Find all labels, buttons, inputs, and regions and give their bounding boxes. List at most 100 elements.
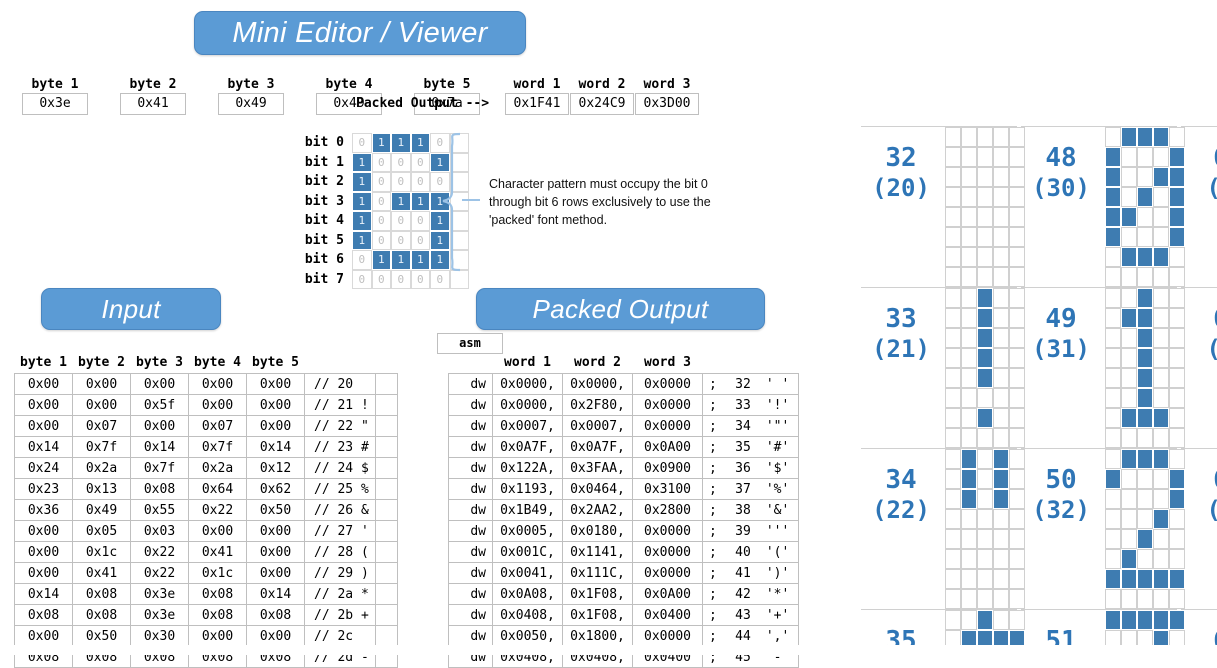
glyph-pixel[interactable] xyxy=(977,348,993,368)
glyph-pixel[interactable] xyxy=(1105,147,1121,167)
glyph-pixel[interactable] xyxy=(977,469,993,489)
glyph-pixel[interactable] xyxy=(993,308,1009,328)
glyph-pixel[interactable] xyxy=(1153,308,1169,328)
glyph-pixel[interactable] xyxy=(993,469,1009,489)
input-byte-cell[interactable]: 0x41 xyxy=(73,563,131,584)
glyph-pixel[interactable] xyxy=(993,147,1009,167)
char-glyph-grid[interactable] xyxy=(945,449,1025,609)
glyph-pixel[interactable] xyxy=(1153,127,1169,147)
glyph-pixel[interactable] xyxy=(1121,489,1137,509)
input-byte-cell[interactable]: 0x00 xyxy=(247,395,305,416)
table-row[interactable]: 0x240x2a0x7f0x2a0x12// 24 $ xyxy=(15,458,398,479)
glyph-pixel[interactable] xyxy=(945,408,961,428)
output-word-cell[interactable]: 0x0A00 xyxy=(633,437,703,458)
glyph-pixel[interactable] xyxy=(1105,247,1121,267)
glyph-pixel[interactable] xyxy=(993,227,1009,247)
glyph-pixel[interactable] xyxy=(961,549,977,569)
input-byte-cell[interactable]: 0x00 xyxy=(247,563,305,584)
glyph-pixel[interactable] xyxy=(1105,529,1121,549)
glyph-pixel[interactable] xyxy=(1137,368,1153,388)
glyph-pixel[interactable] xyxy=(1137,388,1153,408)
glyph-pixel[interactable] xyxy=(1153,147,1169,167)
glyph-pixel[interactable] xyxy=(1137,630,1153,645)
input-byte-cell[interactable]: 0x13 xyxy=(73,479,131,500)
glyph-pixel[interactable] xyxy=(945,549,961,569)
glyph-pixel[interactable] xyxy=(977,388,993,408)
char-preview-cell[interactable]: 33(21) xyxy=(861,287,1017,448)
glyph-pixel[interactable] xyxy=(1137,428,1153,448)
glyph-pixel[interactable] xyxy=(1153,509,1169,529)
glyph-pixel[interactable] xyxy=(1137,187,1153,207)
output-word-cell[interactable]: 0x0000, xyxy=(493,374,563,395)
glyph-pixel[interactable] xyxy=(993,207,1009,227)
glyph-pixel[interactable] xyxy=(961,147,977,167)
table-row[interactable]: 0x000x410x220x1c0x00// 29 ) xyxy=(15,563,398,584)
output-word-cell[interactable]: 0x0007, xyxy=(493,416,563,437)
glyph-pixel[interactable] xyxy=(1137,127,1153,147)
input-byte-cell[interactable]: 0x14 xyxy=(247,584,305,605)
packed-output-table[interactable]: word 1word 2word 3dw0x0000,0x0000,0x0000… xyxy=(448,355,799,668)
glyph-pixel[interactable] xyxy=(945,127,961,147)
glyph-pixel[interactable] xyxy=(961,509,977,529)
glyph-pixel[interactable] xyxy=(977,368,993,388)
table-row[interactable]: 0x000x1c0x220x410x00// 28 ( xyxy=(15,542,398,563)
bit-cell[interactable]: 1 xyxy=(352,211,372,231)
bit-cell[interactable]: 0 xyxy=(372,211,392,231)
glyph-pixel[interactable] xyxy=(977,610,993,630)
input-byte-cell[interactable]: 0x2a xyxy=(73,458,131,479)
output-word-cell[interactable]: 0x1F08, xyxy=(563,605,633,626)
char-preview-cell[interactable]: 49(31) xyxy=(1021,287,1177,448)
input-byte-cell[interactable]: 0x00 xyxy=(131,416,189,437)
glyph-pixel[interactable] xyxy=(945,489,961,509)
glyph-pixel[interactable] xyxy=(1105,308,1121,328)
glyph-pixel[interactable] xyxy=(945,288,961,308)
input-byte-cell[interactable]: 0x1c xyxy=(73,542,131,563)
glyph-pixel[interactable] xyxy=(977,308,993,328)
glyph-pixel[interactable] xyxy=(977,227,993,247)
glyph-pixel[interactable] xyxy=(993,549,1009,569)
input-byte-cell[interactable]: 0x14 xyxy=(15,584,73,605)
glyph-pixel[interactable] xyxy=(977,408,993,428)
char-preview-cell[interactable]: 32(20) xyxy=(861,126,1017,287)
bit-cell[interactable]: 1 xyxy=(391,133,411,153)
output-word-cell[interactable]: 0x0000 xyxy=(633,416,703,437)
glyph-pixel[interactable] xyxy=(977,147,993,167)
glyph-pixel[interactable] xyxy=(945,147,961,167)
bit-cell[interactable]: 1 xyxy=(372,133,392,153)
glyph-pixel[interactable] xyxy=(945,509,961,529)
glyph-pixel[interactable] xyxy=(961,227,977,247)
output-word-cell[interactable]: 0x0000, xyxy=(563,374,633,395)
input-byte-cell[interactable]: 0x5f xyxy=(131,395,189,416)
glyph-pixel[interactable] xyxy=(977,589,993,609)
output-word-cell[interactable]: 0x001C, xyxy=(493,542,563,563)
table-row[interactable]: dw0x0000,0x0000,0x0000;32' ' xyxy=(449,374,799,395)
output-word-cell[interactable]: 0x111C, xyxy=(563,563,633,584)
glyph-pixel[interactable] xyxy=(1137,549,1153,569)
table-row[interactable]: dw0x0A7F,0x0A7F,0x0A00;35'#' xyxy=(449,437,799,458)
glyph-pixel[interactable] xyxy=(1137,589,1153,609)
glyph-pixel[interactable] xyxy=(977,267,993,287)
glyph-pixel[interactable] xyxy=(945,348,961,368)
glyph-pixel[interactable] xyxy=(1121,549,1137,569)
glyph-pixel[interactable] xyxy=(945,529,961,549)
table-row[interactable]: dw0x0005,0x0180,0x0000;39''' xyxy=(449,521,799,542)
glyph-pixel[interactable] xyxy=(1121,428,1137,448)
input-byte-cell[interactable]: 0x00 xyxy=(15,563,73,584)
input-byte-cell[interactable]: 0x41 xyxy=(189,542,247,563)
bit-cell[interactable]: 0 xyxy=(352,270,372,290)
glyph-pixel[interactable] xyxy=(961,308,977,328)
glyph-pixel[interactable] xyxy=(961,529,977,549)
glyph-pixel[interactable] xyxy=(961,408,977,428)
char-glyph-grid[interactable] xyxy=(1105,610,1185,645)
char-glyph-grid[interactable] xyxy=(945,127,1025,287)
bit-cell[interactable]: 0 xyxy=(372,153,392,173)
input-byte-cell[interactable]: 0x00 xyxy=(73,374,131,395)
input-byte-cell[interactable]: 0x50 xyxy=(247,500,305,521)
input-byte-cell[interactable]: 0x50 xyxy=(73,626,131,647)
table-row[interactable]: 0x080x080x3e0x080x08// 2b + xyxy=(15,605,398,626)
glyph-pixel[interactable] xyxy=(977,428,993,448)
glyph-pixel[interactable] xyxy=(1121,127,1137,147)
char-glyph-grid[interactable] xyxy=(1105,127,1185,287)
glyph-pixel[interactable] xyxy=(1153,428,1169,448)
table-row[interactable]: 0x230x130x080x640x62// 25 % xyxy=(15,479,398,500)
